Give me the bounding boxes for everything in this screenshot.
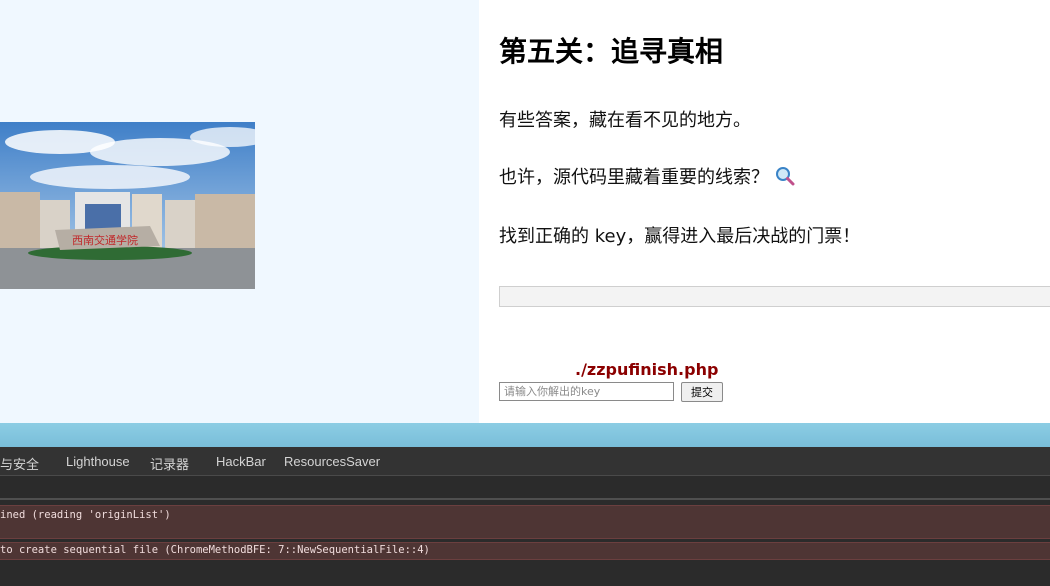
tab-recorder[interactable]: 记录器 <box>150 454 189 473</box>
submit-button[interactable]: 提交 <box>681 382 723 402</box>
console-error-text: to create sequential file (ChromeMethodB… <box>0 544 430 556</box>
paragraph-2: 也许，源代码里藏着重要的线索？ <box>499 163 795 189</box>
devtools-tabbar: 与安全 Lighthouse 记录器 HackBar ResourcesSave… <box>0 447 1050 476</box>
content-pane: 第五关：追寻真相 有些答案，藏在看不见的地方。 也许，源代码里藏着重要的线索？ … <box>479 0 1050 423</box>
paragraph-1: 有些答案，藏在看不见的地方。 <box>499 110 751 131</box>
tab-hackbar[interactable]: HackBar <box>216 454 266 469</box>
paragraph-3: 找到正确的 key，赢得进入最后决战的门票！ <box>499 226 861 247</box>
paragraph-2-text: 也许，源代码里藏着重要的线索？ <box>499 167 769 188</box>
empty-box <box>499 286 1050 307</box>
console-error-text: ined (reading 'originList') <box>0 509 171 521</box>
console-error-row: to create sequential file (ChromeMethodB… <box>0 542 1050 560</box>
panel-divider[interactable] <box>0 423 1050 447</box>
campus-photo: 西南交通学院 <box>0 122 255 289</box>
file-link[interactable]: ./zzpufinish.php <box>575 360 718 379</box>
key-input[interactable] <box>499 382 674 401</box>
left-pane: 西南交通学院 <box>0 0 479 423</box>
tab-security[interactable]: 与安全 <box>0 454 39 473</box>
tab-resourcessaver[interactable]: ResourcesSaver <box>284 454 380 469</box>
console-toolbar <box>0 476 1050 500</box>
magnifier-icon <box>775 166 795 186</box>
tab-lighthouse[interactable]: Lighthouse <box>66 454 130 469</box>
devtools-panel: 与安全 Lighthouse 记录器 HackBar ResourcesSave… <box>0 423 1050 586</box>
page-title: 第五关：追寻真相 <box>499 35 724 68</box>
svg-text:西南交通学院: 西南交通学院 <box>72 233 138 247</box>
console-error-row: ined (reading 'originList') <box>0 505 1050 539</box>
